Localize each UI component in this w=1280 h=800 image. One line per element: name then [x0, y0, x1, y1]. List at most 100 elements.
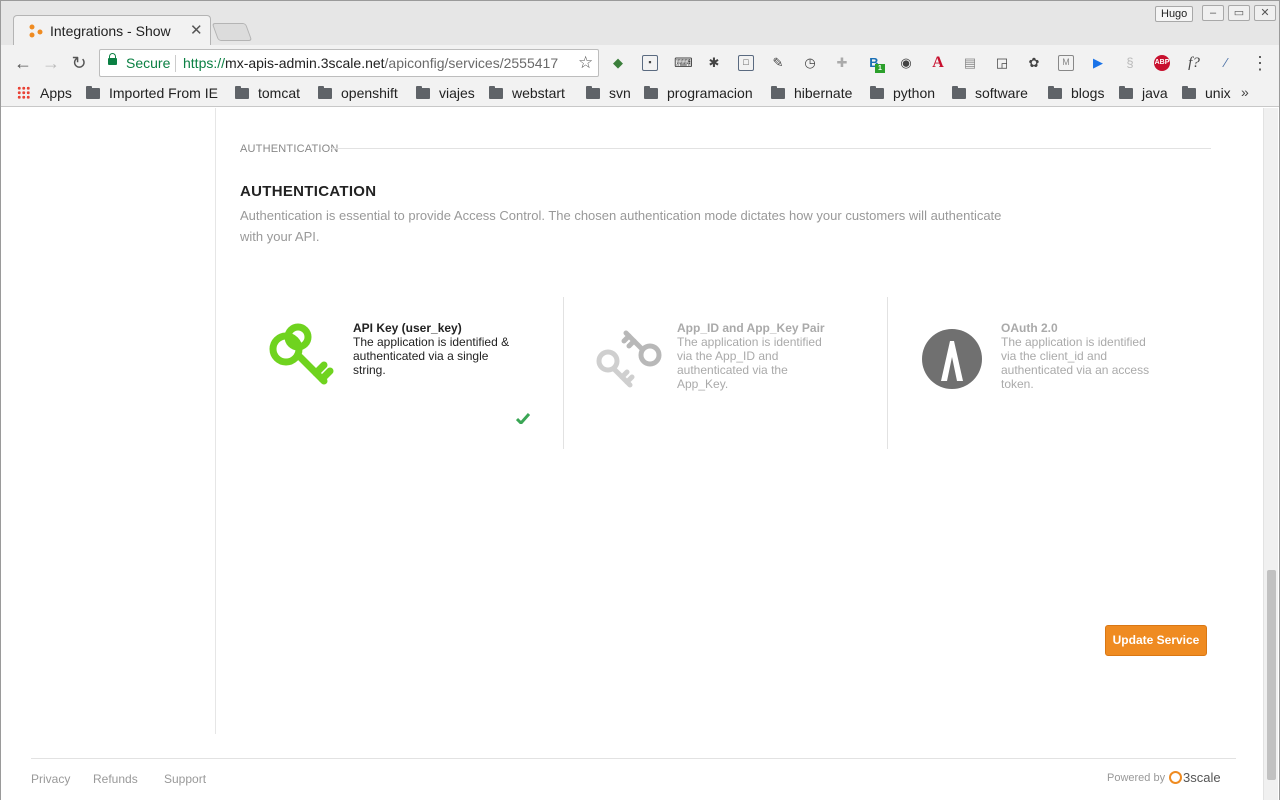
tab-title: Integrations - Show — [50, 23, 171, 39]
folder-icon — [870, 86, 884, 99]
maximize-icon[interactable]: ▭ — [1228, 5, 1250, 21]
bookmark-folder[interactable]: tomcat — [235, 85, 300, 103]
history-extension-icon[interactable]: ◷ — [802, 55, 818, 71]
scrollbar-thumb[interactable] — [1267, 570, 1276, 780]
auth-option-api-key[interactable]: API Key (user_key) The application is id… — [240, 297, 564, 449]
auth-option-app-id-key-pair[interactable]: App_ID and App_Key Pair The application … — [564, 297, 888, 449]
folder-icon — [952, 86, 966, 99]
footer-link-refunds[interactable]: Refunds — [93, 772, 138, 786]
bookmark-label: viajes — [439, 85, 475, 101]
back-arrow-icon[interactable]: ← — [13, 53, 33, 73]
minimize-icon[interactable]: – — [1202, 5, 1224, 21]
builtwith-extension-icon[interactable]: B1 — [866, 55, 885, 73]
puzzle-extension-icon[interactable]: ✚ — [834, 55, 850, 71]
option-title: OAuth 2.0 — [1001, 321, 1058, 335]
folder-icon — [771, 86, 785, 99]
bookmark-label: Imported From IE — [109, 85, 218, 101]
new-tab-button[interactable] — [211, 23, 253, 41]
video-extension-icon[interactable]: ▶ — [1090, 55, 1106, 71]
bookmark-label: unix — [1205, 85, 1231, 101]
evernote-extension-icon[interactable]: ◆ — [610, 55, 626, 71]
tab-strip: Integrations - Show ✕ Hugo – ▭ ✕ — [1, 1, 1279, 45]
folder-icon — [318, 86, 332, 99]
bookmark-label: programacion — [667, 85, 753, 101]
profile-button[interactable]: Hugo — [1155, 6, 1194, 22]
bookmark-folder[interactable]: blogs — [1048, 85, 1104, 103]
close-window-icon[interactable]: ✕ — [1254, 5, 1276, 21]
bookmark-folder[interactable]: unix — [1182, 85, 1231, 103]
folder-icon — [86, 86, 100, 99]
vertical-scrollbar[interactable] — [1263, 108, 1278, 800]
key-icon — [269, 323, 334, 385]
keyboard-extension-icon[interactable]: ⌨ — [674, 55, 693, 71]
table-extension-icon[interactable]: ▤ — [962, 55, 978, 71]
3scale-favicon-icon — [29, 24, 43, 38]
reload-icon[interactable]: ↻ — [69, 53, 89, 73]
address-bar[interactable]: Secure https://mx-apis-admin.3scale.net/… — [99, 49, 599, 77]
bookmark-folder[interactable]: programacion — [644, 85, 753, 103]
more-bookmarks-icon[interactable]: » — [1241, 84, 1249, 100]
extension-badge: 1 — [875, 64, 885, 73]
bookmark-folder[interactable]: openshift — [318, 85, 398, 103]
footer-link-privacy[interactable]: Privacy — [31, 772, 70, 786]
address-separator — [175, 55, 176, 72]
footer-divider — [31, 758, 1236, 759]
s-extension-icon[interactable]: § — [1122, 55, 1138, 71]
folder-icon — [1119, 86, 1133, 99]
bug-extension-icon[interactable]: ✱ — [706, 55, 722, 71]
function-extension-icon[interactable]: f? — [1186, 55, 1202, 71]
bookmark-folder[interactable]: java — [1119, 85, 1168, 103]
bookmark-folder[interactable]: hibernate — [771, 85, 852, 103]
option-description: The application is identified & authenti… — [353, 335, 510, 377]
colorpicker-extension-icon[interactable]: ⁄ — [1218, 55, 1234, 71]
3scale-logo[interactable]: 3scale — [1169, 769, 1221, 785]
sidebar-divider — [215, 108, 216, 734]
folder-icon — [644, 86, 658, 99]
bookmark-folder[interactable]: viajes — [416, 85, 475, 103]
bookmark-folder[interactable]: svn — [586, 85, 631, 103]
window-extension-icon[interactable]: ▪ — [642, 55, 658, 71]
bookmark-folder[interactable]: software — [952, 85, 1028, 103]
bookmark-folder[interactable]: python — [870, 85, 935, 103]
section-label: AUTHENTICATION — [240, 143, 339, 155]
oauth-icon — [922, 329, 982, 389]
bookmark-label: openshift — [341, 85, 398, 101]
browser-window: Integrations - Show ✕ Hugo – ▭ ✕ ← → ↻ S… — [0, 0, 1280, 800]
lightbulb-extension-icon[interactable]: ◉ — [898, 55, 914, 71]
bookmark-label: software — [975, 85, 1028, 101]
folder-icon — [489, 86, 503, 99]
forward-arrow-icon[interactable]: → — [41, 53, 61, 73]
gnome-extension-icon[interactable]: ✿ — [1026, 55, 1042, 71]
folder-icon — [416, 86, 430, 99]
eyedropper-extension-icon[interactable]: ✎ — [770, 55, 786, 71]
bookmark-label: python — [893, 85, 936, 101]
folder-icon — [1182, 86, 1196, 99]
chrome-menu-icon[interactable]: ⋮ — [1251, 53, 1269, 74]
bookmark-apps[interactable]: Apps — [17, 85, 72, 103]
bookmarks-bar: Apps Imported From IE tomcat openshift viaje… — [1, 81, 1279, 107]
key-pair-icon — [596, 330, 662, 388]
secure-label: Secure — [126, 55, 171, 71]
folder-icon — [1048, 86, 1062, 99]
bookmark-label: webstart — [512, 85, 565, 101]
footer-link-support[interactable]: Support — [164, 772, 206, 786]
bookmark-label: Apps — [40, 85, 72, 101]
tab-close-icon[interactable]: ✕ — [190, 21, 203, 39]
auth-option-oauth[interactable]: OAuth 2.0 The application is identified … — [888, 297, 1212, 449]
screenshot-extension-icon[interactable]: □ — [738, 55, 754, 71]
3scale-logo-icon — [1169, 771, 1182, 784]
url-text[interactable]: https://mx-apis-admin.3scale.net/apiconf… — [183, 55, 573, 71]
bookmark-folder[interactable]: Imported From IE — [86, 85, 218, 103]
cast-icon[interactable]: ◲ — [994, 55, 1010, 71]
folder-icon — [586, 86, 600, 99]
update-service-button[interactable]: Update Service — [1105, 625, 1207, 656]
tab-integrations[interactable]: Integrations - Show ✕ — [13, 15, 211, 45]
bookmark-star-icon[interactable]: ☆ — [578, 53, 593, 73]
adblock-icon[interactable]: ABP — [1154, 55, 1170, 71]
font-extension-icon[interactable]: A — [930, 55, 946, 71]
m-extension-icon[interactable]: M — [1058, 55, 1074, 71]
bookmark-folder[interactable]: webstart — [489, 85, 565, 103]
browser-toolbar: ← → ↻ Secure https://mx-apis-admin.3scal… — [1, 45, 1279, 81]
option-description: The application is identified via the Ap… — [677, 335, 822, 391]
apps-grid-icon — [17, 86, 30, 99]
